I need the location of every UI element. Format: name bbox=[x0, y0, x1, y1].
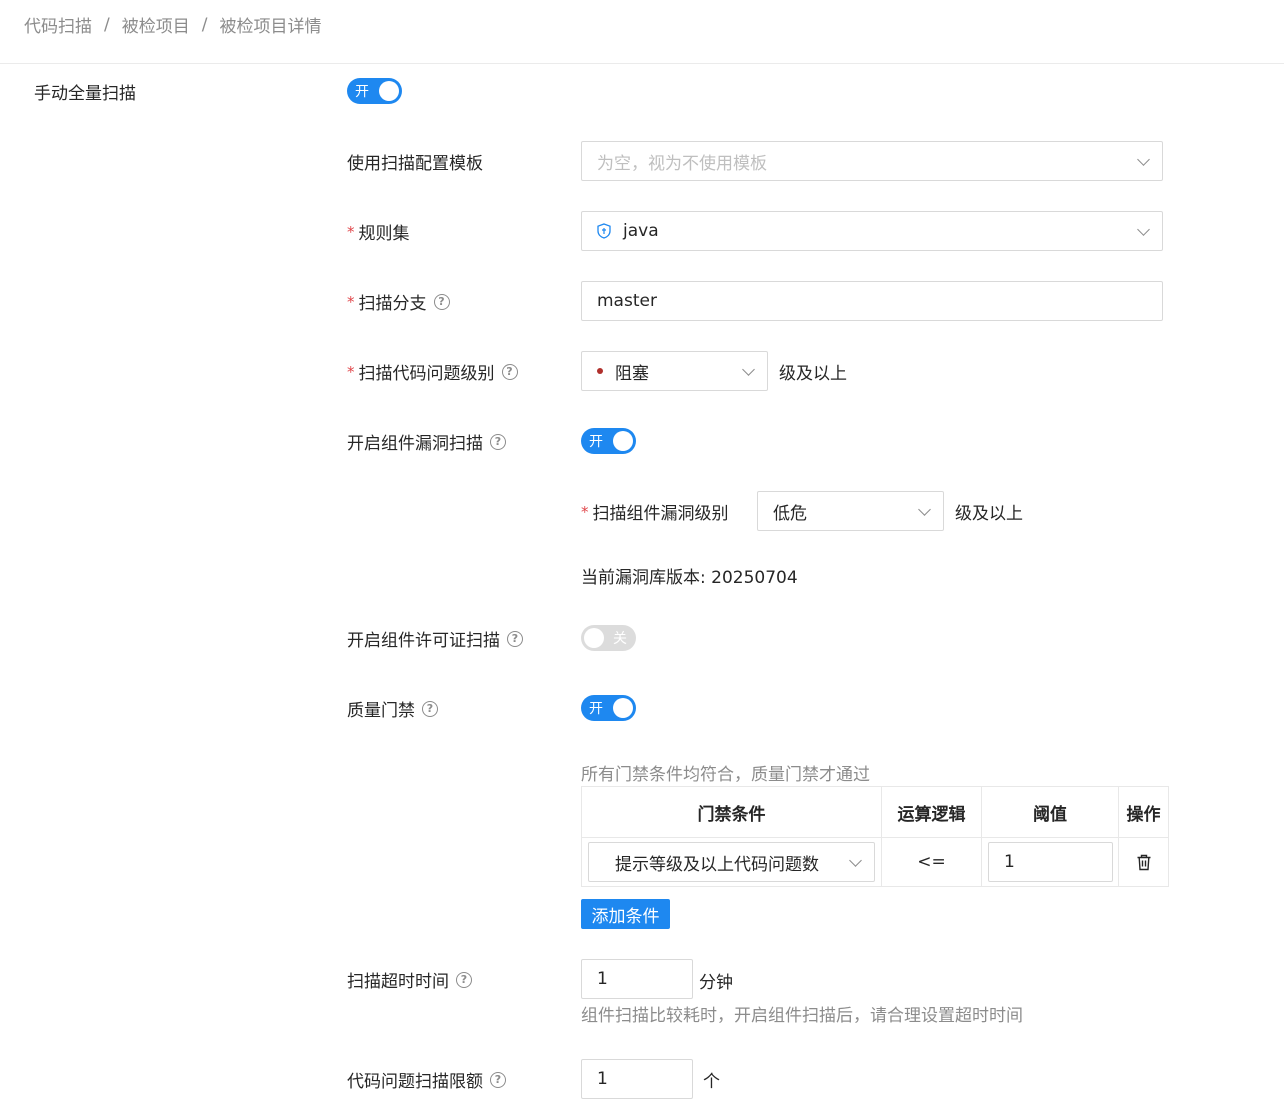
help-icon[interactable]: ? bbox=[422, 700, 438, 717]
vuln-level-select[interactable]: 低危 bbox=[757, 491, 944, 531]
switch-text: 关 bbox=[613, 631, 627, 647]
ruleset-select[interactable]: java bbox=[581, 211, 1163, 251]
quality-gate-switch[interactable]: 开 bbox=[581, 695, 636, 721]
component-vuln-label-row: 开启组件漏洞扫描 ? bbox=[347, 429, 506, 454]
header-divider bbox=[0, 63, 1284, 64]
timeout-label-row: 扫描超时时间 ? bbox=[347, 967, 472, 992]
chevron-down-icon bbox=[918, 503, 931, 516]
required-asterisk: * bbox=[347, 292, 355, 311]
vuln-db-version: 当前漏洞库版本: 20250704 bbox=[581, 568, 798, 588]
breadcrumb-item-project-detail: 被检项目详情 bbox=[219, 17, 322, 37]
table-row: 提示等级及以上代码问题数 bbox=[582, 837, 882, 887]
template-label: 使用扫描配置模板 bbox=[347, 154, 483, 174]
full-scan-label: 手动全量扫描 bbox=[34, 84, 136, 104]
required-asterisk: * bbox=[347, 362, 355, 381]
vuln-level-value: 低危 bbox=[773, 503, 807, 524]
switch-text: 开 bbox=[589, 701, 603, 717]
column-header-condition: 门禁条件 bbox=[582, 787, 882, 837]
timeout-label: 扫描超时时间 bbox=[347, 972, 449, 992]
issue-level-value: 阻塞 bbox=[615, 363, 649, 384]
gate-operator: <= bbox=[882, 837, 982, 887]
issue-limit-value: 1 bbox=[597, 1069, 608, 1089]
switch-text: 开 bbox=[355, 84, 369, 100]
column-header-operator: 运算逻辑 bbox=[882, 787, 982, 837]
ruleset-label: 规则集 bbox=[358, 224, 410, 244]
ruleset-value: java bbox=[623, 221, 659, 241]
breadcrumb-separator: / bbox=[104, 14, 110, 35]
column-header-threshold: 阈值 bbox=[982, 787, 1119, 837]
gate-actions-cell bbox=[1119, 837, 1168, 887]
help-icon[interactable]: ? bbox=[456, 971, 472, 988]
gate-condition-select[interactable]: 提示等级及以上代码问题数 bbox=[588, 842, 875, 882]
branch-label: 扫描分支 bbox=[358, 294, 427, 314]
license-scan-label-row: 开启组件许可证扫描 ? bbox=[347, 626, 523, 651]
quality-gate-table: 门禁条件 运算逻辑 阈值 操作 提示等级及以上代码问题数 <= 1 bbox=[581, 786, 1169, 887]
issue-level-label-row: * 扫描代码问题级别 ? bbox=[347, 359, 518, 384]
chevron-down-icon bbox=[742, 363, 755, 376]
template-placeholder: 为空，视为不使用模板 bbox=[597, 153, 767, 174]
column-header-actions: 操作 bbox=[1126, 804, 1161, 825]
chevron-down-icon bbox=[1137, 223, 1150, 236]
branch-label-row: * 扫描分支 ? bbox=[347, 289, 450, 314]
help-icon[interactable]: ? bbox=[490, 1071, 506, 1088]
issue-level-label: 扫描代码问题级别 bbox=[358, 364, 495, 384]
timeout-unit: 分钟 bbox=[699, 973, 733, 993]
switch-knob bbox=[584, 628, 604, 648]
vuln-level-suffix: 级及以上 bbox=[955, 504, 1023, 524]
issue-limit-label-row: 代码问题扫描限额 ? bbox=[347, 1067, 506, 1092]
branch-value: master bbox=[597, 291, 657, 311]
switch-knob bbox=[379, 81, 399, 101]
branch-input[interactable]: master bbox=[581, 281, 1163, 321]
required-asterisk: * bbox=[347, 222, 355, 241]
quality-gate-label: 质量门禁 bbox=[347, 701, 415, 721]
timeout-hint: 组件扫描比较耗时，开启组件扫描后，请合理设置超时时间 bbox=[581, 1006, 1023, 1026]
full-scan-switch[interactable]: 开 bbox=[347, 78, 402, 104]
timeout-input[interactable]: 1 bbox=[581, 959, 693, 999]
issue-level-suffix: 级及以上 bbox=[779, 364, 847, 384]
quality-gate-note: 所有门禁条件均符合，质量门禁才通过 bbox=[581, 765, 870, 785]
issue-limit-label: 代码问题扫描限额 bbox=[347, 1072, 483, 1092]
breadcrumb-item-code-scan[interactable]: 代码扫描 bbox=[24, 12, 92, 37]
help-icon[interactable]: ? bbox=[501, 363, 518, 380]
switch-knob bbox=[613, 431, 633, 451]
quality-gate-label-row: 质量门禁 ? bbox=[347, 696, 438, 721]
template-select[interactable]: 为空，视为不使用模板 bbox=[581, 141, 1163, 181]
component-vuln-label: 开启组件漏洞扫描 bbox=[347, 434, 483, 454]
ruleset-label-row: * 规则集 bbox=[347, 219, 410, 245]
timeout-value: 1 bbox=[597, 969, 608, 989]
switch-knob bbox=[613, 698, 633, 718]
help-icon[interactable]: ? bbox=[507, 630, 523, 647]
vuln-level-label-row: * 扫描组件漏洞级别 bbox=[581, 499, 729, 525]
vuln-level-label: 扫描组件漏洞级别 bbox=[592, 504, 729, 524]
shield-icon bbox=[597, 223, 611, 239]
license-scan-label: 开启组件许可证扫描 bbox=[347, 631, 500, 651]
gate-threshold-value: 1 bbox=[1004, 852, 1015, 872]
help-icon[interactable]: ? bbox=[433, 293, 450, 310]
license-scan-switch[interactable]: 关 bbox=[581, 625, 636, 651]
component-vuln-switch[interactable]: 开 bbox=[581, 428, 636, 454]
trash-icon[interactable] bbox=[1136, 854, 1152, 871]
chevron-down-icon bbox=[1137, 153, 1150, 166]
breadcrumb: 代码扫描 / 被检项目 / 被检项目详情 bbox=[24, 12, 322, 38]
severity-dot bbox=[597, 368, 603, 374]
required-asterisk: * bbox=[581, 502, 589, 521]
gate-threshold-cell: 1 bbox=[982, 837, 1119, 887]
issue-limit-unit: 个 bbox=[703, 1072, 720, 1092]
issue-level-select[interactable]: 阻塞 bbox=[581, 351, 768, 391]
chevron-down-icon bbox=[849, 854, 862, 867]
gate-threshold-input[interactable]: 1 bbox=[988, 842, 1113, 882]
help-icon[interactable]: ? bbox=[490, 433, 506, 450]
breadcrumb-item-projects[interactable]: 被检项目 bbox=[122, 12, 190, 37]
breadcrumb-separator: / bbox=[201, 14, 208, 35]
switch-text: 开 bbox=[589, 434, 603, 450]
add-condition-button[interactable]: 添加条件 bbox=[581, 899, 670, 929]
gate-condition-value: 提示等级及以上代码问题数 bbox=[615, 854, 819, 875]
issue-limit-input[interactable]: 1 bbox=[581, 1059, 693, 1099]
